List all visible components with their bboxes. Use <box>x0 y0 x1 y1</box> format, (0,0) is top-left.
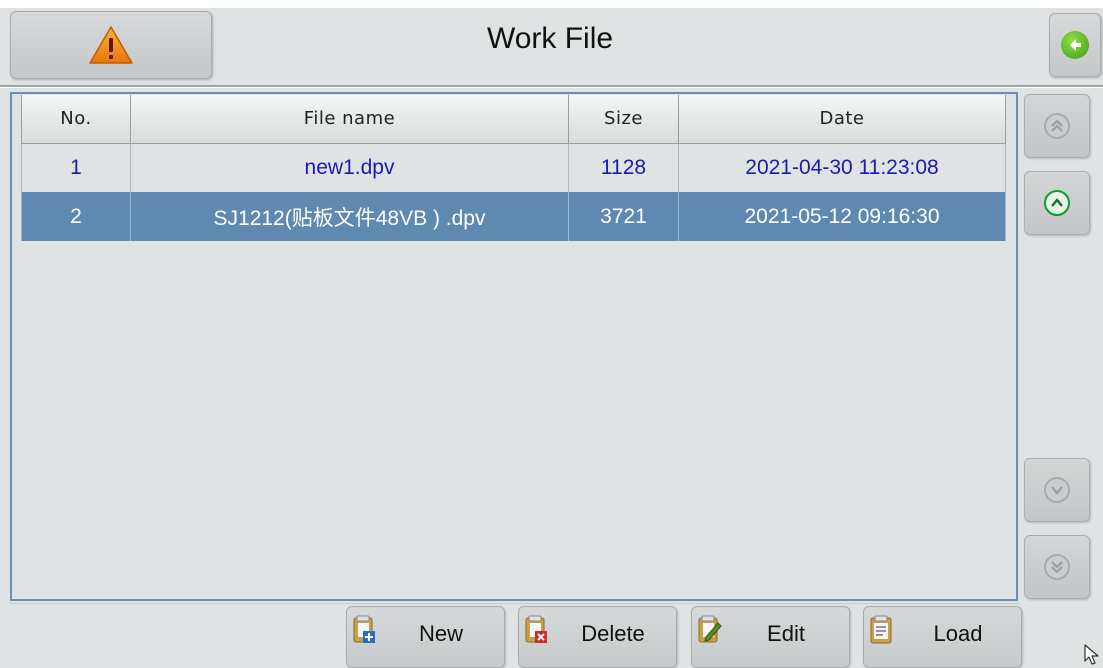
page-title: Work File <box>486 22 614 55</box>
double-chevron-up-icon <box>1044 113 1070 139</box>
cell-date: 2021-04-30 11:23:08 <box>678 143 1006 192</box>
delete-button[interactable]: Delete <box>518 606 677 668</box>
column-header-no[interactable]: No. <box>21 95 131 144</box>
edit-button[interactable]: Edit <box>691 606 850 668</box>
load-button-label: Load <box>933 621 983 646</box>
file-table: No. File name Size Date 1 new1.dpv 1128 … <box>21 95 1006 241</box>
line-down-button[interactable] <box>1024 458 1090 522</box>
new-button[interactable]: New <box>346 606 505 668</box>
cell-size: 1128 <box>568 143 679 192</box>
column-header-date[interactable]: Date <box>678 95 1006 144</box>
cell-no: 2 <box>21 192 131 241</box>
back-arrow-icon <box>1061 31 1089 59</box>
table-header-row: No. File name Size Date <box>21 95 1006 144</box>
load-file-icon <box>870 615 892 644</box>
header-divider <box>0 85 1103 87</box>
page-up-button[interactable] <box>1024 94 1090 158</box>
bottom-divider <box>10 603 1018 604</box>
cell-date: 2021-05-12 09:16:30 <box>678 192 1006 241</box>
column-header-size[interactable]: Size <box>568 95 679 144</box>
cell-no: 1 <box>21 143 131 192</box>
warning-button[interactable] <box>10 11 212 79</box>
header: Work File <box>0 0 1103 88</box>
warning-triangle-icon <box>89 26 133 64</box>
mouse-cursor-icon <box>1084 644 1099 665</box>
delete-button-label: Delete <box>581 621 645 646</box>
cell-file-name: new1.dpv <box>130 143 569 192</box>
cell-size: 3721 <box>568 192 679 241</box>
load-button[interactable]: Load <box>863 606 1022 668</box>
work-file-screen: Work File No. File name Size Date 1 new1… <box>0 0 1103 668</box>
table-row-selected[interactable]: 2 SJ1212(贴板文件48VB ) .dpv 3721 2021-05-12… <box>21 192 1006 241</box>
chevron-up-icon <box>1044 190 1070 216</box>
new-file-icon <box>353 615 375 643</box>
page-down-button[interactable] <box>1024 535 1090 599</box>
edit-button-label: Edit <box>767 621 805 646</box>
line-up-button[interactable] <box>1024 171 1090 235</box>
edit-file-icon <box>698 615 722 643</box>
delete-file-icon <box>525 615 547 643</box>
new-button-label: New <box>418 621 463 646</box>
column-header-file-name[interactable]: File name <box>130 95 569 144</box>
double-chevron-down-icon <box>1044 554 1070 580</box>
file-list-panel: No. File name Size Date 1 new1.dpv 1128 … <box>10 92 1018 601</box>
chevron-down-icon <box>1044 477 1070 503</box>
table-row[interactable]: 1 new1.dpv 1128 2021-04-30 11:23:08 <box>21 143 1006 192</box>
back-button[interactable] <box>1049 13 1101 77</box>
cell-file-name: SJ1212(贴板文件48VB ) .dpv <box>130 192 569 241</box>
